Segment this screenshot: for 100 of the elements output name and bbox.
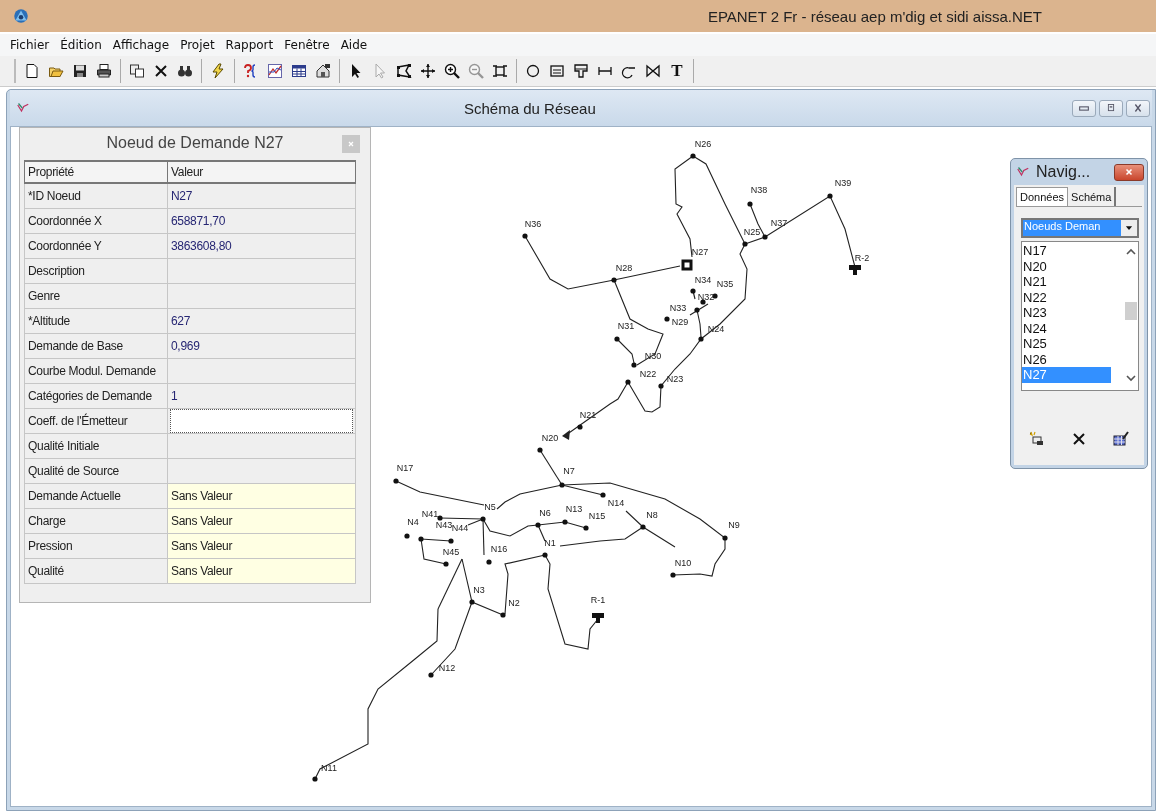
node-label: N5: [484, 502, 496, 512]
junction-node[interactable]: [614, 336, 620, 342]
junction-node[interactable]: [542, 552, 548, 558]
property-value-cell[interactable]: [167, 283, 356, 309]
list-item[interactable]: N22: [1022, 289, 1111, 305]
restore-button[interactable]: [1099, 99, 1123, 117]
junction-node[interactable]: [404, 533, 410, 539]
menu-item[interactable]: Affichage: [112, 38, 170, 52]
node-label: N25: [743, 227, 761, 237]
property-value-cell[interactable]: [167, 458, 356, 484]
junction-node[interactable]: [664, 316, 670, 322]
property-value-cell[interactable]: 0,969: [167, 333, 356, 359]
junction-node[interactable]: [670, 572, 676, 578]
reservoir-icon[interactable]: [849, 265, 861, 275]
junction-node[interactable]: [690, 288, 696, 294]
menu-item[interactable]: Projet: [180, 38, 215, 52]
pipe-line[interactable]: [692, 155, 746, 245]
junction-node[interactable]: [658, 383, 664, 389]
junction-node[interactable]: [827, 193, 833, 199]
menu-item[interactable]: Rapport: [225, 38, 274, 52]
junction-node[interactable]: [486, 559, 492, 565]
property-value-cell[interactable]: [167, 358, 356, 384]
node-label: N29: [671, 317, 689, 327]
junction-node[interactable]: [393, 478, 399, 484]
list-item[interactable]: N25: [1022, 336, 1111, 352]
text-tool-button[interactable]: T: [666, 60, 688, 82]
pipe-line[interactable]: [430, 601, 473, 676]
junction-node[interactable]: [500, 612, 506, 618]
junction-node[interactable]: [428, 672, 434, 678]
close-button[interactable]: [1114, 163, 1144, 181]
menu-item[interactable]: Fichier: [10, 38, 50, 52]
junction-node[interactable]: [600, 492, 606, 498]
junction-node[interactable]: [625, 379, 631, 385]
list-item[interactable]: N24: [1022, 320, 1111, 336]
junction-node[interactable]: [722, 535, 728, 541]
close-button[interactable]: [1126, 99, 1150, 117]
pipe-line[interactable]: [616, 338, 635, 364]
junction-node[interactable]: [522, 233, 528, 239]
junction-node[interactable]: [312, 776, 318, 782]
junction-node[interactable]: [577, 424, 583, 430]
junction-node[interactable]: [537, 447, 543, 453]
junction-node[interactable]: [712, 293, 718, 299]
pipe-line[interactable]: [437, 558, 463, 610]
junction-node[interactable]: [700, 299, 706, 305]
pipe-line[interactable]: [674, 155, 694, 258]
junction-node[interactable]: [690, 153, 696, 159]
pipe-line[interactable]: [559, 526, 644, 547]
edit-button[interactable]: [1110, 429, 1132, 449]
menu-item[interactable]: Fenêtre: [284, 38, 330, 52]
junction-node[interactable]: [559, 482, 565, 488]
junction-node[interactable]: [742, 241, 748, 247]
property-value-cell[interactable]: 3863608,80: [167, 233, 356, 259]
menu-item[interactable]: Aide: [340, 38, 368, 52]
pipe-line[interactable]: [539, 449, 563, 486]
value-input-field[interactable]: [170, 409, 353, 433]
list-item[interactable]: N26: [1022, 351, 1111, 367]
pipe-line[interactable]: [537, 524, 546, 542]
junction-node[interactable]: [480, 516, 486, 522]
pipe-line[interactable]: [461, 558, 504, 616]
junction-node[interactable]: [437, 515, 443, 521]
junction-node[interactable]: [443, 561, 449, 567]
pipe-line[interactable]: [689, 303, 709, 316]
property-value-cell[interactable]: N27: [167, 183, 356, 209]
pipe-line[interactable]: [744, 195, 856, 268]
junction-node[interactable]: [469, 599, 475, 605]
property-name-cell: Qualité Initiale: [24, 433, 168, 459]
list-item[interactable]: N21: [1022, 274, 1111, 290]
junction-node[interactable]: [535, 522, 541, 528]
junction-node[interactable]: [747, 201, 753, 207]
list-item[interactable]: N20: [1022, 258, 1111, 274]
tab[interactable]: Données: [1016, 187, 1069, 206]
pipe-line[interactable]: [613, 279, 664, 366]
property-name-cell: *Altitude: [24, 308, 168, 334]
junction-node[interactable]: [694, 307, 700, 313]
pipe-line[interactable]: [625, 510, 676, 548]
junction-node[interactable]: [640, 524, 646, 530]
property-value-cell[interactable]: 627: [167, 308, 356, 334]
tab[interactable]: Schéma: [1068, 187, 1117, 206]
junction-node[interactable]: [583, 525, 589, 531]
junction-node[interactable]: [698, 336, 704, 342]
junction-node[interactable]: [418, 536, 424, 542]
property-value-cell[interactable]: 658871,70: [167, 208, 356, 234]
result-value-cell: Sans Valeur: [167, 483, 356, 509]
menu-item[interactable]: Édition: [60, 38, 102, 52]
property-value-cell[interactable]: [167, 258, 356, 284]
junction-node[interactable]: [448, 538, 454, 544]
reservoir-icon[interactable]: [592, 613, 604, 623]
node-label: N6: [539, 508, 551, 518]
selected-junction-node[interactable]: [681, 259, 693, 271]
property-value-cell[interactable]: 1: [167, 383, 356, 409]
junction-node[interactable]: [762, 234, 768, 240]
junction-node[interactable]: [611, 277, 617, 283]
list-item[interactable]: N23: [1022, 305, 1111, 321]
property-value-cell[interactable]: [167, 433, 356, 459]
junction-node[interactable]: [562, 519, 568, 525]
junction-node[interactable]: [631, 362, 637, 368]
minimize-button[interactable]: [1072, 99, 1096, 117]
pipe-line[interactable]: [467, 518, 484, 526]
pipe-line[interactable]: [395, 480, 485, 506]
list-item[interactable]: N17: [1022, 243, 1111, 259]
